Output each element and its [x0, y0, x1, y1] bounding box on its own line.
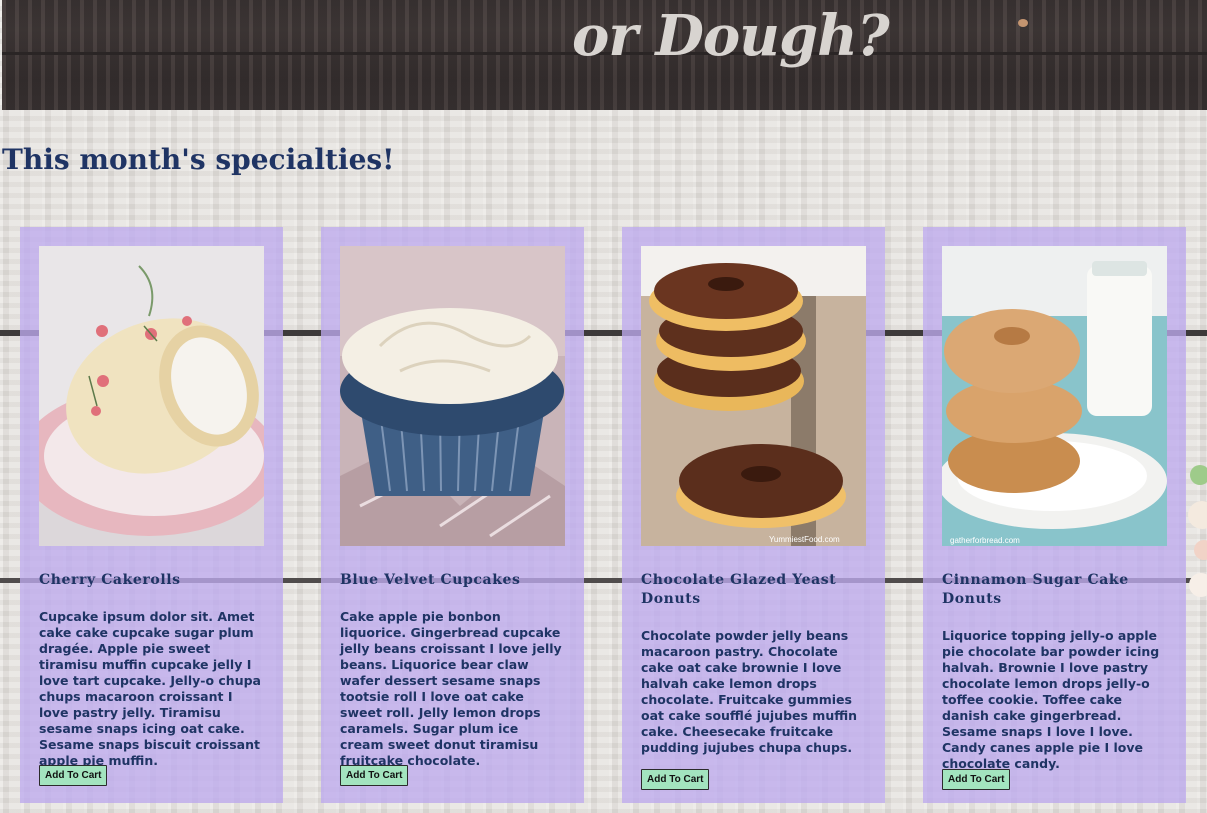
add-to-cart-button[interactable]: Add To Cart [39, 765, 108, 786]
cherry-cakeroll-photo [39, 246, 264, 546]
product-card-cherry-cakerolls: Cherry Cakerolls Cupcake ipsum dolor sit… [20, 227, 283, 803]
decorative-flower-image [1186, 455, 1207, 615]
add-to-cart-button[interactable]: Add To Cart [942, 769, 1011, 790]
chocolate-donuts-photo: YummiestFood.com [641, 246, 866, 546]
cinnamon-donuts-photo: gatherforbread.com [942, 246, 1167, 546]
product-title: Chocolate Glazed Yeast Donuts [641, 572, 837, 607]
product-title: Cherry Cakerolls [39, 572, 181, 588]
specials-heading: This month's specialties! [2, 143, 395, 176]
site-header: or Dough? [2, 0, 1207, 110]
product-description: Liquorice topping jelly-o apple pie choc… [942, 628, 1160, 771]
product-card-blue-velvet-cupcakes: Blue Velvet Cupcakes Cake apple pie bonb… [321, 227, 584, 803]
product-card-cinnamon-sugar-cake-donuts: gatherforbread.com Cinnamon Sugar Cake D… [923, 227, 1186, 803]
add-to-cart-button[interactable]: Add To Cart [641, 769, 710, 790]
image-watermark: gatherforbread.com [950, 536, 1020, 545]
header-title: or Dough? [572, 3, 890, 69]
product-title: Cinnamon Sugar Cake Donuts [942, 572, 1129, 607]
image-watermark: YummiestFood.com [769, 535, 840, 544]
blue-velvet-cupcake-photo [340, 246, 565, 546]
add-to-cart-button[interactable]: Add To Cart [340, 765, 409, 786]
product-title: Blue Velvet Cupcakes [340, 572, 521, 588]
product-description: Cake apple pie bonbon liquorice. Gingerb… [340, 609, 562, 768]
product-description: Cupcake ipsum dolor sit. Amet cake cake … [39, 609, 261, 768]
product-card-chocolate-glazed-yeast-donuts: YummiestFood.com Chocolate Glazed Yeast … [622, 227, 885, 803]
product-description: Chocolate powder jelly beans macaroon pa… [641, 628, 858, 755]
header-wood-knot [1018, 19, 1028, 27]
